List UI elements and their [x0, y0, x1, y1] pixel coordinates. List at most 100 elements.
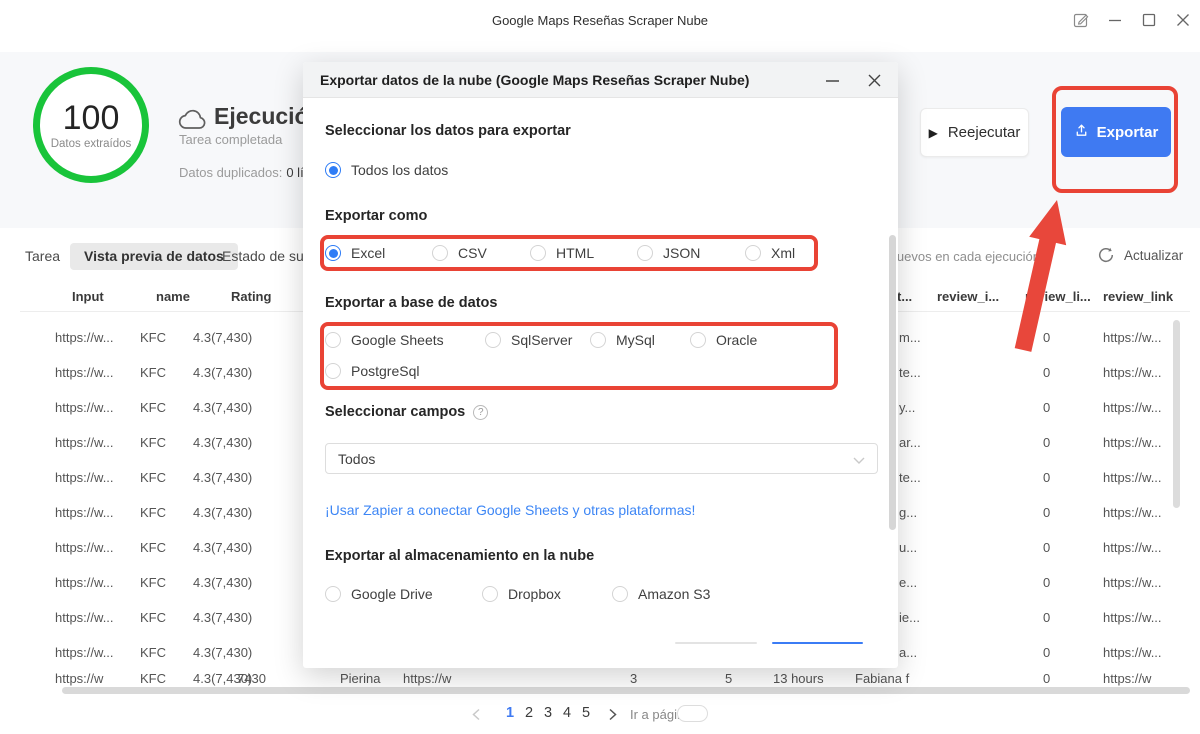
- radio-cloud-amazon-s3[interactable]: Amazon S3: [612, 586, 710, 602]
- select-fields-label: Seleccionar campos: [325, 404, 465, 420]
- radio-selected-icon[interactable]: [325, 162, 341, 178]
- table-cell-name: KFC: [140, 565, 166, 600]
- maximize-icon[interactable]: [1140, 11, 1158, 29]
- radio-db-postgresql[interactable]: PostgreSql: [325, 363, 419, 379]
- radio-format-xml[interactable]: Xml: [745, 245, 795, 261]
- table-cell: 13 hours: [773, 671, 824, 687]
- table-cell: Pierina: [340, 671, 380, 687]
- radio-icon[interactable]: [590, 332, 606, 348]
- upload-icon: [1074, 123, 1089, 142]
- export-button[interactable]: Exportar: [1061, 107, 1171, 157]
- radio-all-data[interactable]: Todos los datos: [325, 162, 448, 178]
- column-header: Rating: [231, 289, 271, 304]
- table-cell: https://w: [55, 671, 103, 687]
- refresh-button[interactable]: Actualizar: [1124, 248, 1183, 263]
- minimize-icon[interactable]: [1106, 11, 1124, 29]
- radio-icon[interactable]: [637, 245, 653, 261]
- window-titlebar: Google Maps Reseñas Scraper Nube: [0, 0, 1200, 52]
- tab-task[interactable]: Tarea: [25, 248, 60, 264]
- page-number-4[interactable]: 4: [559, 705, 575, 721]
- table-cell-name: KFC: [140, 635, 166, 670]
- radio-cloud-google-drive[interactable]: Google Drive: [325, 586, 433, 602]
- tab-data-preview[interactable]: Vista previa de datos: [70, 243, 238, 270]
- radio-label: SqlServer: [511, 332, 572, 348]
- table-cell: 7430: [237, 671, 266, 687]
- page-number-1[interactable]: 1: [502, 705, 518, 721]
- fields-select[interactable]: Todos: [325, 443, 878, 474]
- radio-format-csv[interactable]: CSV: [432, 245, 487, 261]
- next-page-icon[interactable]: [608, 708, 617, 726]
- radio-label: MySql: [616, 332, 655, 348]
- radio-icon[interactable]: [432, 245, 448, 261]
- annotation-arrow: [985, 192, 1085, 357]
- table-cell-rating: 4.3(7,430): [193, 460, 252, 495]
- dialog-close-icon[interactable]: [864, 70, 884, 90]
- goto-page-input[interactable]: [677, 705, 708, 722]
- table-cell-rating: 4.3(7,430): [193, 565, 252, 600]
- radio-icon[interactable]: [745, 245, 761, 261]
- table-cell: 0: [1043, 671, 1050, 687]
- radio-selected-icon[interactable]: [325, 245, 341, 261]
- radio-icon[interactable]: [325, 332, 341, 348]
- radio-icon[interactable]: [612, 586, 628, 602]
- prev-page-icon[interactable]: [472, 708, 481, 726]
- pagination: 1 2 3 4 5 Ir a página: [0, 700, 1200, 730]
- table-cell-review_like: 0: [1043, 460, 1050, 495]
- column-header: review_link: [1103, 289, 1173, 304]
- horizontal-scrollbar[interactable]: [62, 687, 1190, 694]
- column-header: Input: [72, 289, 104, 304]
- page-number-3[interactable]: 3: [540, 705, 556, 721]
- cancel-button-clipped[interactable]: [675, 642, 757, 644]
- table-cell-review_like: 0: [1043, 600, 1050, 635]
- edit-icon[interactable]: [1072, 11, 1090, 29]
- radio-format-json[interactable]: JSON: [637, 245, 700, 261]
- radio-icon[interactable]: [325, 363, 341, 379]
- table-cell-rating: 4.3(7,430): [193, 355, 252, 390]
- zapier-link[interactable]: ¡Usar Zapier a conectar Google Sheets y …: [325, 502, 695, 518]
- cloud-storage-heading: Exportar al almacenamiento en la nube: [325, 548, 594, 564]
- radio-label: PostgreSql: [351, 363, 419, 379]
- table-cell-rating: 4.3(7,430): [193, 320, 252, 355]
- radio-format-excel[interactable]: Excel: [325, 245, 385, 261]
- rerun-button[interactable]: ▶ Reejecutar: [920, 108, 1029, 157]
- radio-label: JSON: [663, 245, 700, 261]
- table-cell-rating: 4.3(7,430): [193, 600, 252, 635]
- table-cell-review_link: https://w...: [1103, 495, 1162, 530]
- radio-icon[interactable]: [485, 332, 501, 348]
- radio-icon[interactable]: [530, 245, 546, 261]
- page-number-2[interactable]: 2: [521, 705, 537, 721]
- help-icon[interactable]: ?: [473, 405, 488, 420]
- table-cell-review_link: https://w...: [1103, 530, 1162, 565]
- radio-icon[interactable]: [690, 332, 706, 348]
- table-cell: https://w: [1103, 671, 1151, 687]
- dialog-scrollbar[interactable]: [889, 235, 896, 530]
- app-window: Google Maps Reseñas Scraper Nube 100 Dat…: [0, 0, 1200, 734]
- dialog-minimize-icon[interactable]: [822, 70, 842, 90]
- radio-label: Dropbox: [508, 586, 561, 602]
- table-cell-name: KFC: [140, 460, 166, 495]
- table-cell-reviewer: e...: [899, 565, 917, 600]
- radio-icon[interactable]: [325, 586, 341, 602]
- radio-cloud-dropbox[interactable]: Dropbox: [482, 586, 561, 602]
- radio-db-oracle[interactable]: Oracle: [690, 332, 757, 348]
- table-cell-review_like: 0: [1043, 530, 1050, 565]
- radio-format-html[interactable]: HTML: [530, 245, 594, 261]
- dialog-header: Exportar datos de la nube (Google Maps R…: [303, 62, 898, 98]
- radio-db-google-sheets[interactable]: Google Sheets: [325, 332, 444, 348]
- table-cell-name: KFC: [140, 320, 166, 355]
- radio-db-sqlserver[interactable]: SqlServer: [485, 332, 572, 348]
- select-fields-heading: Seleccionar campos?: [325, 404, 488, 420]
- page-number-5[interactable]: 5: [578, 705, 594, 721]
- vertical-scrollbar[interactable]: [1173, 320, 1180, 508]
- table-row-clipped: https://wKFC4.3(7,430)7430Pierinahttps:/…: [0, 671, 1200, 687]
- confirm-button-clipped[interactable]: [772, 642, 863, 644]
- radio-db-mysql[interactable]: MySql: [590, 332, 655, 348]
- radio-icon[interactable]: [482, 586, 498, 602]
- table-cell-input: https://w...: [55, 425, 114, 460]
- table-cell-reviewer: ie...: [899, 600, 920, 635]
- radio-label: Oracle: [716, 332, 757, 348]
- refresh-icon[interactable]: [1098, 247, 1114, 268]
- chevron-down-icon: [853, 451, 865, 467]
- close-icon[interactable]: [1174, 11, 1192, 29]
- tab-subtask-status[interactable]: Estado de subt: [222, 248, 315, 264]
